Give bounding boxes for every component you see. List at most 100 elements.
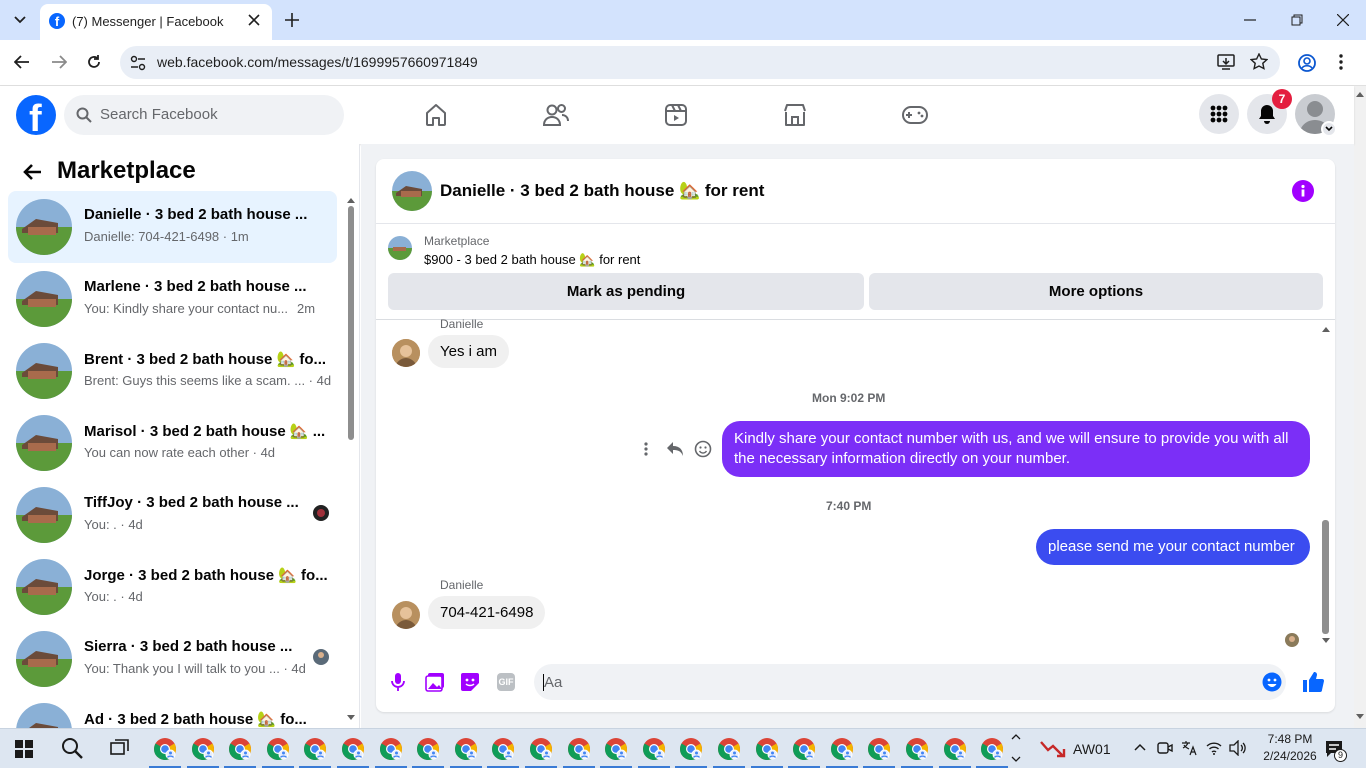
gif-icon[interactable]: GIF [497,673,515,691]
chrome-taskbar-icon[interactable] [713,737,745,768]
tray-chevron-up-icon[interactable] [1134,743,1146,751]
nav-home-icon[interactable] [424,103,448,127]
chrome-taskbar-icon[interactable] [939,737,971,768]
back-icon[interactable] [14,55,30,69]
conversation-item[interactable]: Danielle · 3 bed 2 bath house ... Daniel… [8,191,337,263]
window-close-icon[interactable] [1337,14,1349,26]
browser-tab[interactable]: f (7) Messenger | Facebook [40,4,272,40]
restore-icon[interactable] [1291,14,1303,26]
minimize-icon[interactable] [1244,19,1256,21]
site-info-icon[interactable] [130,55,146,71]
incoming-message[interactable]: Yes i am [428,335,509,368]
microphone-icon[interactable] [391,672,405,692]
clock-time[interactable]: 7:48 PM [1262,732,1318,746]
address-bar[interactable]: web.facebook.com/messages/t/169995766097… [120,46,1280,79]
chrome-taskbar-icon[interactable] [788,737,820,768]
outgoing-message[interactable]: please send me your contact number [1036,529,1310,565]
sidebar-scrollbar[interactable] [346,194,356,724]
wifi-icon[interactable] [1206,741,1222,755]
chrome-taskbar-icon[interactable] [525,737,557,768]
message-input[interactable]: Aa [534,664,1286,700]
chrome-taskbar-icon[interactable] [751,737,783,768]
conversation-item[interactable]: Brent · 3 bed 2 bath house 🏡 fo... Brent… [8,335,337,407]
chrome-taskbar-icon[interactable] [487,737,519,768]
conversation-info-icon[interactable] [1292,180,1314,202]
chrome-taskbar-icon[interactable] [450,737,482,768]
search-box[interactable]: Search Facebook [64,95,344,135]
nav-video-icon[interactable] [664,103,688,127]
chrome-taskbar-icon[interactable] [149,737,181,768]
chrome-taskbar-icon[interactable] [412,737,444,768]
conversation-item[interactable]: Marlene · 3 bed 2 bath house ... You: Ki… [8,263,337,335]
sender-avatar[interactable] [392,601,420,629]
chrome-taskbar-icon[interactable] [826,737,858,768]
emoji-picker-icon[interactable] [1262,672,1282,692]
chrome-taskbar-icon[interactable] [299,737,331,768]
language-input-icon[interactable] [1181,740,1197,756]
chrome-taskbar-icon[interactable] [675,737,707,768]
conversation-item[interactable]: Jorge · 3 bed 2 bath house 🏡 fo... You: … [8,551,337,623]
chrome-taskbar-icon[interactable] [901,737,933,768]
tab-list-button[interactable] [8,8,32,32]
message-more-icon[interactable] [644,442,648,456]
chrome-taskbar-icon[interactable] [563,737,595,768]
sender-avatar[interactable] [392,339,420,367]
scroll-down-icon[interactable] [1356,714,1364,720]
conversation-item[interactable]: TiffJoy · 3 bed 2 bath house ... You: . … [8,479,337,551]
nav-marketplace-icon[interactable] [783,103,807,127]
start-windows-icon[interactable] [15,740,33,758]
mark-as-pending-button[interactable]: Mark as pending [388,273,864,310]
new-tab-icon[interactable] [285,13,299,27]
facebook-logo[interactable]: f [16,95,56,135]
taskbar-scroll-icon[interactable] [1011,733,1021,763]
bookmark-star-icon[interactable] [1250,53,1268,71]
listing-title[interactable]: $900 - 3 bed 2 bath house 🏡 for rent [424,252,640,268]
back-arrow-icon[interactable] [22,163,42,181]
sticker-icon[interactable] [460,672,480,692]
reply-icon[interactable] [666,441,684,457]
scroll-up-icon[interactable] [1356,91,1364,97]
chrome-taskbar-icon[interactable] [337,737,369,768]
react-emoji-icon[interactable] [694,440,712,458]
meet-now-icon[interactable] [1157,740,1173,756]
chrome-taskbar-icon[interactable] [863,737,895,768]
more-options-button[interactable]: More options [869,273,1323,310]
chrome-taskbar-icon[interactable] [375,737,407,768]
tab-close-icon[interactable] [248,14,260,26]
nav-friends-icon[interactable] [543,103,569,127]
chrome-taskbar-icon[interactable] [638,737,670,768]
chrome-taskbar-icon[interactable] [224,737,256,768]
chrome-taskbar-icon[interactable] [600,737,632,768]
outgoing-message[interactable]: Kindly share your contact number with us… [722,421,1310,477]
install-app-icon[interactable] [1217,54,1235,70]
messages-scrollbar[interactable] [1320,322,1332,649]
chrome-taskbar-icon[interactable] [976,737,1008,768]
attach-photo-icon[interactable] [425,672,445,692]
forward-icon[interactable] [51,55,67,69]
nav-gaming-icon[interactable] [902,105,928,125]
profile-icon[interactable] [1298,54,1316,72]
browser-menu-icon[interactable] [1339,54,1343,70]
task-view-icon[interactable] [110,739,130,757]
incoming-message[interactable]: 704-421-6498 [428,596,546,629]
conversation-item[interactable]: Ad · 3 bed 2 bath house 🏡 fo... [8,695,337,728]
chrome-taskbar-icon[interactable] [187,737,219,768]
stock-app-icon[interactable] [1040,738,1066,758]
listing-thumbnail-small[interactable] [388,236,412,260]
chat-avatar[interactable] [392,171,432,211]
reload-icon[interactable] [86,54,102,70]
search-input[interactable]: Search Facebook [100,106,218,123]
chrome-taskbar-icon[interactable] [262,737,294,768]
taskbar-app-label[interactable]: AW01 [1073,741,1111,757]
like-thumbs-up-icon[interactable] [1302,671,1324,693]
volume-icon[interactable] [1229,740,1247,756]
conversation-item[interactable]: Sierra · 3 bed 2 bath house ... You: Tha… [8,623,337,695]
clock-date[interactable]: 2/24/2026 [1255,749,1325,763]
menu-grid-button[interactable] [1199,94,1239,134]
taskbar-search-icon[interactable] [61,737,83,759]
conversation-item[interactable]: Marisol · 3 bed 2 bath house 🏡 ... You c… [8,407,337,479]
chat-title[interactable]: Danielle · 3 bed 2 bath house 🏡 for rent [440,181,764,201]
url-text[interactable]: web.facebook.com/messages/t/169995766097… [157,54,478,70]
page-scrollbar[interactable] [1354,86,1366,728]
account-dropdown-icon[interactable] [1321,121,1337,137]
